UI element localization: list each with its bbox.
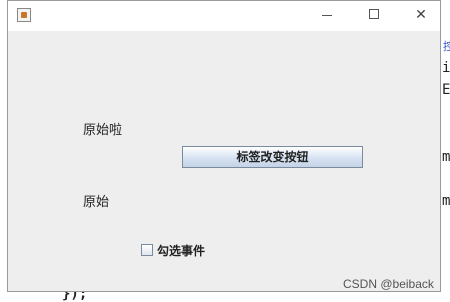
minimize-icon	[322, 15, 332, 16]
close-button[interactable]: ✕	[410, 5, 432, 25]
maximize-button[interactable]	[364, 5, 386, 25]
event-checkbox[interactable]: 勾选事件	[141, 242, 205, 258]
change-label-button[interactable]: 标签改变按钮	[182, 146, 363, 168]
minimize-button[interactable]	[316, 5, 338, 25]
maximize-icon	[369, 9, 379, 19]
java-app-icon	[17, 8, 31, 22]
editor-link-fragment: 控	[443, 40, 450, 53]
status-label-middle: 原始	[83, 195, 110, 210]
title-bar: ✕	[8, 1, 440, 31]
editor-char: m	[442, 193, 450, 209]
checkbox-label[interactable]: 勾选事件	[157, 242, 205, 259]
status-label-top: 原始啦	[83, 123, 123, 138]
editor-char: E	[442, 82, 450, 98]
close-icon: ✕	[415, 7, 427, 23]
checkbox-box[interactable]	[141, 244, 153, 256]
app-window: ✕ 原始啦 标签改变按钮 原始 勾选事件	[7, 0, 441, 292]
editor-char: m	[442, 149, 450, 165]
watermark: CSDN @beiback	[343, 277, 434, 291]
editor-char: i	[442, 60, 450, 76]
